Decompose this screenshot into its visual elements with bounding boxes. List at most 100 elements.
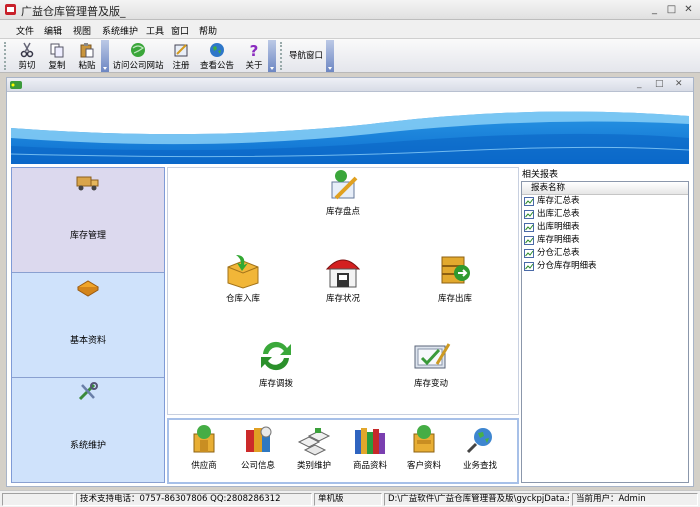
title-bar: 广益仓库管理普及版_ _ □ ✕ [0, 0, 700, 20]
menu-edit[interactable]: 编辑 [44, 24, 62, 37]
toolbar-grip[interactable] [4, 42, 7, 70]
toolbar-chevron[interactable] [268, 40, 276, 72]
app-icon [5, 4, 16, 15]
reports-list: 报表名称 库存汇总表 出库汇总表 出库明细表 库存明细表 分仓汇总表 分仓库存明… [521, 181, 689, 483]
copy-button[interactable]: 复制 [42, 40, 72, 72]
toolbar-grip[interactable] [280, 42, 283, 70]
company-info-icon [246, 426, 272, 452]
status-data-path: D:\广益软件\广益仓库管理普及版\gyckpjData.sys [384, 493, 570, 506]
toolbar-chevron[interactable] [326, 40, 334, 72]
customer-data-label: 客户资料 [406, 461, 441, 471]
menu-file[interactable]: 文件 [16, 24, 34, 37]
report-icon [524, 210, 534, 219]
stock-out-box-icon [441, 256, 470, 284]
nav-window-button[interactable]: 导航窗口 [286, 48, 326, 80]
inventory-check-button[interactable]: 库存盘点 [303, 168, 383, 217]
business-search-label: 业务查找 [462, 461, 497, 471]
truck-icon [76, 176, 99, 191]
child-close-button[interactable]: ✕ [675, 79, 683, 89]
header-banner [11, 98, 689, 164]
stock-change-button[interactable]: 库存变动 [391, 338, 471, 389]
nav-label-basic-data: 基本资料 [69, 336, 106, 346]
reports-title: 相关报表 [522, 170, 559, 180]
business-search-button[interactable]: 业务查找 [453, 424, 507, 471]
stock-status-label: 库存状况 [325, 294, 360, 304]
paste-icon [80, 43, 94, 58]
menu-window[interactable]: 窗口 [171, 24, 189, 37]
menu-tools[interactable]: 工具 [146, 24, 164, 37]
transfer-arrows-icon [261, 341, 291, 371]
status-bar: 技术支持电话：0757-86307806 QQ:2808286312 单机版 D… [0, 490, 700, 507]
cut-button[interactable]: 剪切 [12, 40, 42, 72]
customer-icon [413, 425, 435, 453]
report-icon [524, 236, 534, 245]
register-icon [174, 44, 188, 57]
report-icon [524, 197, 534, 206]
stock-transfer-button[interactable]: 库存调拨 [236, 338, 316, 389]
stock-change-label: 库存变动 [413, 379, 448, 389]
minimize-button[interactable]: _ [648, 3, 661, 16]
category-button[interactable]: 类别维护 [287, 424, 341, 471]
menu-view[interactable]: 视图 [73, 24, 91, 37]
report-item[interactable]: 出库汇总表 [522, 208, 688, 221]
view-announcement-button[interactable]: 查看公告 [197, 40, 237, 72]
copy-icon [50, 43, 64, 58]
stock-in-box-icon [227, 255, 259, 289]
nav-section-basic-data[interactable]: 基本资料 [12, 273, 164, 378]
about-button[interactable]: ? 关于 [241, 40, 267, 72]
maximize-button[interactable]: □ [665, 3, 678, 16]
child-title-bar: _ □ ✕ [7, 78, 693, 92]
navigation-window: _ □ ✕ 库存管理 基本资料 系统维护 库存盘点 仓库入库 库存状况 库存出库… [6, 77, 694, 487]
category-icon [297, 428, 331, 456]
child-maximize-button[interactable]: □ [655, 79, 664, 89]
nav-section-system-maintenance[interactable]: 系统维护 [12, 378, 164, 483]
child-minimize-button[interactable]: _ [637, 79, 642, 89]
nav-label-system-maintenance: 系统维护 [69, 441, 106, 451]
supplier-button[interactable]: 供应商 [177, 424, 231, 471]
close-button[interactable]: ✕ [682, 3, 695, 16]
report-item[interactable]: 库存明细表 [522, 234, 688, 247]
product-books-icon [355, 428, 385, 454]
menu-system-maintenance[interactable]: 系统维护 [102, 24, 138, 37]
status-cell-empty [2, 493, 74, 506]
search-globe-icon [466, 428, 492, 454]
reports-panel: 相关报表 报表名称 库存汇总表 出库汇总表 出库明细表 库存明细表 分仓汇总表 [521, 167, 691, 483]
menu-bar: 文件 编辑 视图 系统维护 工具 窗口 帮助 [0, 20, 700, 39]
warehouse-status-icon [325, 259, 361, 288]
scissors-icon [20, 42, 34, 58]
stock-in-button[interactable]: 仓库入库 [203, 253, 283, 304]
category-label: 类别维护 [296, 461, 331, 471]
question-icon: ? [250, 42, 259, 58]
stock-transfer-label: 库存调拨 [258, 379, 293, 389]
report-item[interactable]: 分仓库存明细表 [522, 260, 688, 273]
window-title: 广益仓库管理普及版_ [21, 5, 126, 18]
tools-icon [78, 382, 98, 401]
status-mode: 单机版 [314, 493, 382, 506]
register-button[interactable]: 注册 [168, 40, 194, 72]
inventory-change-icon [414, 343, 451, 369]
basic-info-bar: 供应商 公司信息 类别维护 商品资料 客户资料 业务查找 [167, 418, 519, 484]
nav-section-inventory[interactable]: 库存管理 [12, 168, 164, 273]
globe-icon [131, 43, 145, 57]
child-window-icon [10, 81, 22, 89]
svg-text:?: ? [250, 42, 259, 58]
paste-button[interactable]: 粘贴 [72, 40, 102, 72]
menu-help[interactable]: 帮助 [199, 24, 217, 37]
stock-in-label: 仓库入库 [225, 294, 260, 304]
reports-column-header[interactable]: 报表名称 [522, 182, 688, 195]
visit-website-button[interactable]: 访问公司网站 [108, 40, 168, 72]
stock-status-button[interactable]: 库存状况 [303, 253, 383, 304]
product-data-button[interactable]: 商品资料 [343, 424, 397, 471]
product-data-label: 商品资料 [352, 461, 387, 471]
company-info-button[interactable]: 公司信息 [231, 424, 285, 471]
customer-data-button[interactable]: 客户资料 [397, 424, 451, 471]
earth-icon [210, 43, 224, 57]
supplier-label: 供应商 [191, 461, 217, 471]
stock-out-button[interactable]: 库存出库 [415, 253, 495, 304]
report-item[interactable]: 分仓汇总表 [522, 247, 688, 260]
banner-wave-graphic [11, 98, 689, 164]
stock-out-label: 库存出库 [437, 294, 472, 304]
report-icon [524, 249, 534, 258]
report-item[interactable]: 出库明细表 [522, 221, 688, 234]
report-item[interactable]: 库存汇总表 [522, 195, 688, 208]
